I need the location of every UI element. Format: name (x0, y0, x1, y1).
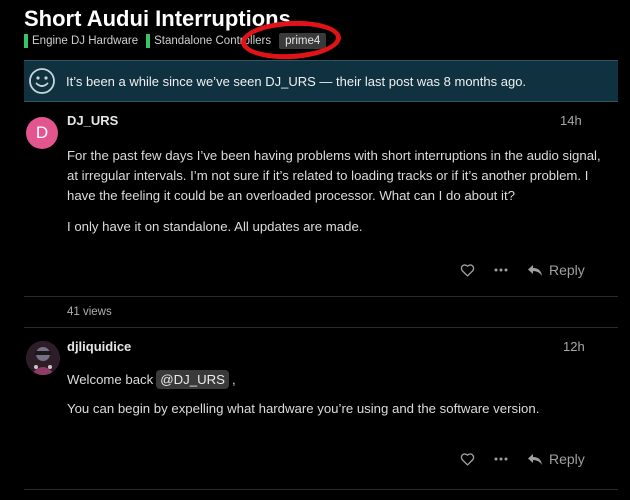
heart-icon (460, 453, 474, 466)
category-color-bar (24, 34, 28, 48)
more-icon (494, 457, 508, 461)
post-greeting: Welcome back @DJ_URS , (67, 370, 236, 389)
notice-message: It’s been a while since we’ve seen DJ_UR… (66, 73, 527, 89)
post-paragraph: For the past few days I’ve been having p… (67, 148, 601, 203)
post-paragraph: You can begin by expelling what hardware… (67, 401, 540, 416)
reply-button[interactable]: Reply (527, 262, 585, 278)
reply-icon (528, 453, 542, 465)
post-username[interactable]: djliquidice (67, 339, 131, 354)
greeting-punctuation: , (231, 372, 236, 387)
inactive-user-notice: It’s been a while since we’ve seen DJ_UR… (24, 60, 618, 102)
category-label: Engine DJ Hardware (32, 35, 139, 47)
more-button[interactable] (493, 268, 509, 272)
like-button[interactable] (459, 263, 475, 277)
reply-label: Reply (549, 451, 585, 467)
avatar[interactable]: D (26, 117, 58, 149)
view-count: 41 views (67, 306, 112, 318)
category-engine-dj-hardware[interactable]: Engine DJ Hardware (24, 34, 138, 48)
post-actions: Reply (459, 262, 585, 278)
like-button[interactable] (459, 452, 475, 466)
smile-icon (29, 68, 55, 94)
reply-icon (528, 264, 542, 276)
category-color-bar (146, 34, 151, 48)
post-actions: Reply (459, 451, 585, 467)
avatar[interactable] (26, 341, 60, 375)
reply-label: Reply (549, 262, 585, 278)
post-timestamp[interactable]: 12h (563, 339, 585, 354)
reply-button[interactable]: Reply (527, 451, 585, 467)
post-body: For the past few days I’ve been having p… (67, 146, 607, 248)
user-mention[interactable]: @DJ_URS (156, 370, 229, 389)
divider (24, 296, 618, 297)
divider (24, 489, 618, 490)
heart-icon (460, 264, 474, 277)
divider (24, 327, 618, 328)
greeting-text: Welcome back (67, 372, 154, 387)
avatar-image (26, 341, 60, 375)
more-icon (494, 268, 508, 272)
post-timestamp[interactable]: 14h (560, 113, 582, 128)
more-button[interactable] (493, 457, 509, 461)
topic-title[interactable]: Short Audui Interruptions (24, 6, 291, 32)
post-paragraph: I only have it on standalone. All update… (67, 219, 363, 234)
post-username[interactable]: DJ_URS (67, 113, 118, 128)
